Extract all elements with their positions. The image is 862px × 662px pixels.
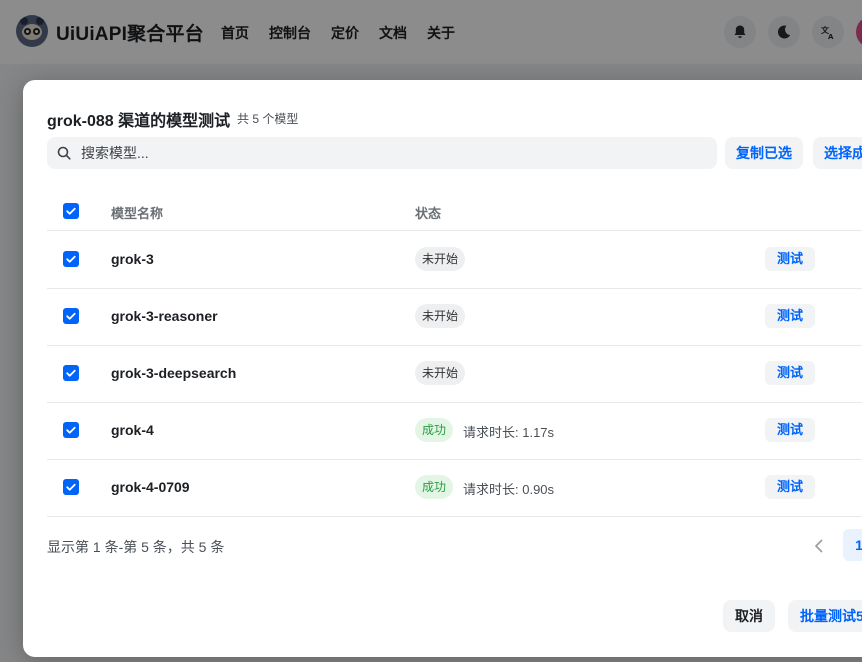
test-button[interactable]: 测试 [765,418,816,442]
model-count: 共 5 个模型 [237,112,299,126]
search-input[interactable] [79,144,643,162]
row-checkbox[interactable] [63,365,79,381]
cancel-button[interactable]: 取消 [723,600,775,632]
check-icon [66,312,76,320]
chevron-left-icon [815,539,823,553]
status-badge: 未开始 [415,304,466,328]
model-name: grok-3-deepsearch [111,365,237,381]
previous-page-button[interactable] [807,532,831,560]
page-number-button[interactable]: 1 [843,529,862,561]
status-badge: 成功 [415,475,454,499]
modal-title: grok-088 渠道的模型测试 [47,113,231,130]
request-duration: 请求时长: 0.90s [463,482,555,497]
test-button[interactable]: 测试 [765,304,816,328]
check-icon [66,369,76,377]
test-button[interactable]: 测试 [765,361,816,385]
model-name: grok-3-reasoner [111,308,218,324]
status-badge: 成功 [415,418,454,442]
pagination-summary: 显示第 1 条-第 5 条，共 5 条 [47,539,225,555]
row-checkbox[interactable] [63,251,79,267]
status-badge: 未开始 [415,361,466,385]
column-header-name: 模型名称 [111,206,164,221]
check-icon [66,483,76,491]
column-header-status: 状态 [415,206,442,221]
test-button[interactable]: 测试 [765,247,816,271]
select-success-button[interactable]: 选择成功 [813,137,862,169]
table-header: 模型名称 状态 [47,192,862,231]
row-checkbox[interactable] [63,422,79,438]
batch-test-button[interactable]: 批量测试5个模型 [788,600,862,632]
row-checkbox[interactable] [63,479,79,495]
table-row: grok-4-0709 成功 请求时长: 0.90s 测试 [47,459,862,517]
test-button[interactable]: 测试 [765,475,816,499]
search-icon [57,146,71,160]
model-test-modal: grok-088 渠道的模型测试 共 5 个模型 复制已选 选择成功 模型名称 … [23,80,862,657]
table-row: grok-3-reasoner 未开始 测试 [47,288,862,346]
table-row: grok-3-deepsearch 未开始 测试 [47,345,862,403]
check-icon [66,255,76,263]
model-name: grok-4-0709 [111,479,190,495]
copy-selected-button[interactable]: 复制已选 [725,137,803,169]
table-row: grok-3 未开始 测试 [47,231,862,289]
select-all-checkbox[interactable] [63,203,79,219]
status-badge: 未开始 [415,247,466,271]
request-duration: 请求时长: 1.17s [463,425,555,440]
check-icon [66,207,76,215]
row-checkbox[interactable] [63,308,79,324]
table-row: grok-4 成功 请求时长: 1.17s 测试 [47,402,862,460]
model-name: grok-4 [111,422,154,438]
check-icon [66,426,76,434]
model-name: grok-3 [111,251,154,267]
search-box[interactable] [47,137,717,169]
